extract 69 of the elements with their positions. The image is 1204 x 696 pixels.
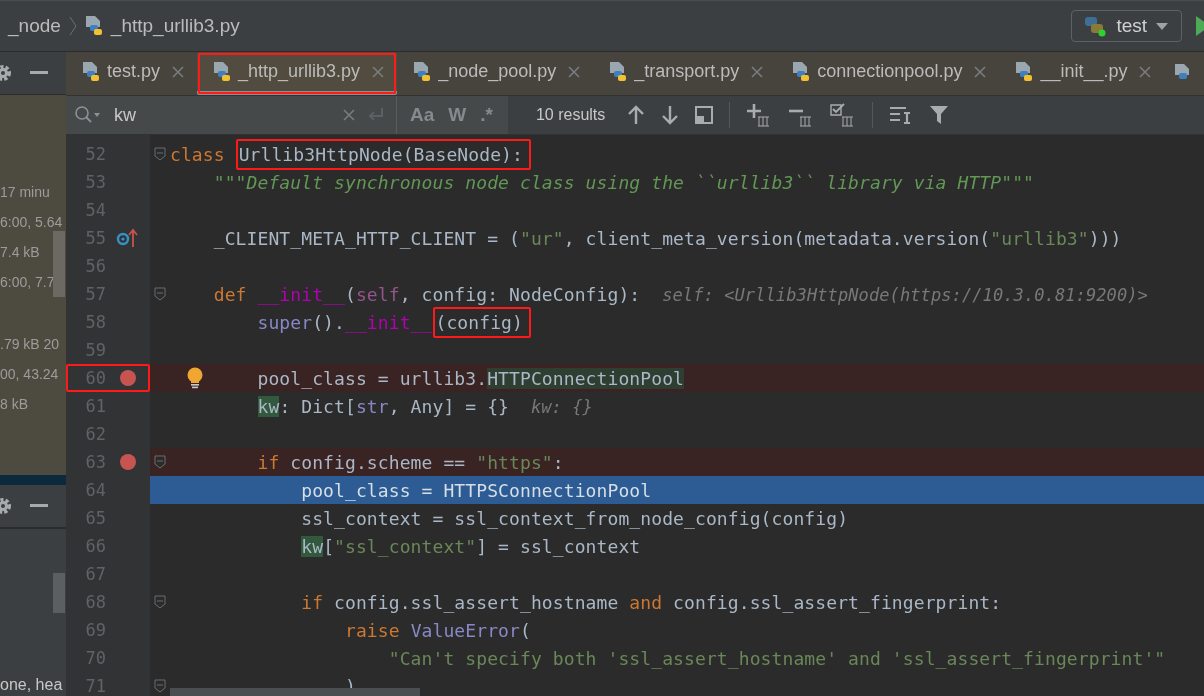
python-file-icon — [84, 15, 105, 37]
run-configuration-dropdown[interactable]: test — [1071, 10, 1182, 42]
editor-tab[interactable]: _node_pool.py — [397, 52, 594, 95]
search-input[interactable]: kw — [114, 104, 332, 126]
editor-tab[interactable]: test.py — [66, 52, 198, 95]
lightbulb-icon[interactable] — [186, 367, 204, 389]
python-file-icon — [82, 60, 102, 83]
close-icon[interactable] — [171, 64, 186, 79]
status-strip — [0, 475, 66, 485]
scrollbar-thumb[interactable] — [170, 688, 420, 696]
code-text: pool_class = urllib3.HTTPConnectionPool — [256, 367, 685, 389]
window-icon[interactable] — [695, 106, 714, 124]
code-text: "Can't specify both 'ssl_assert_hostname' and 'ssl_assert_fingerprint'" — [387, 647, 1166, 669]
code-text: if config.ssl_assert_hostname and config.ssl_assert_fingerprint: — [300, 591, 1002, 613]
file-history-text: 6:00, 5.64 — [0, 213, 64, 232]
file-history-text: 7.4 kB — [0, 243, 41, 262]
close-icon[interactable] — [1138, 64, 1153, 79]
editor-tab[interactable]: _transport.py — [593, 52, 777, 95]
fold-icon[interactable] — [154, 455, 166, 469]
editor-tab[interactable]: connectionpool.py — [776, 52, 1000, 95]
fold-icon[interactable] — [154, 679, 166, 693]
close-icon[interactable] — [750, 64, 765, 79]
search-option-toggle[interactable]: Aa — [405, 104, 440, 126]
code-text: _CLIENT_META_HTTP_CLIENT = ("ur", client_meta_version(metadata.version("urllib3"))) — [212, 227, 1122, 249]
search-field[interactable]: kw — [66, 96, 396, 134]
editor-tab[interactable]: _http_urllib3.py — [197, 52, 398, 95]
close-icon[interactable] — [567, 64, 582, 79]
chevron-icon — [68, 16, 77, 36]
scrollbar-thumb[interactable] — [53, 231, 65, 297]
status-text: one, hea — [0, 676, 64, 694]
code-text: pool_class = HTTPSConnectionPool — [300, 479, 652, 501]
code-text: ssl_context = ssl_context_from_node_config(config) — [300, 507, 849, 529]
breadcrumb-item[interactable]: _http_urllib3.py — [110, 15, 240, 37]
code-text: """Default synchronous node class using the ``urllib3`` library via HTTP""" — [212, 171, 1035, 193]
run-icon[interactable] — [1196, 15, 1204, 37]
fold-icon[interactable] — [154, 595, 166, 609]
code-text: super().__init__ — [256, 311, 433, 333]
arrow-down-icon[interactable] — [661, 105, 680, 125]
search-option-toggle[interactable]: W — [443, 104, 472, 126]
code-text: kw["ssl_context"] = ssl_context — [300, 535, 641, 557]
caret-icon — [1155, 21, 1169, 31]
file-history-text: 00, 43.24 — [0, 365, 60, 384]
breakpoint-icon[interactable] — [119, 369, 137, 387]
code-text: Urllib3HttpNode(BaseNode): — [238, 143, 523, 165]
result-count: 10 results — [535, 106, 606, 124]
code-text: (config) — [435, 311, 523, 333]
close-icon[interactable] — [973, 64, 988, 79]
file-history-text: .79 kB 20 — [0, 335, 61, 354]
file-history-text: 8 kB — [0, 395, 29, 414]
fold-icon[interactable] — [154, 287, 166, 301]
breadcrumb-item[interactable]: _node — [8, 15, 61, 37]
file-history-text: 17 minu — [0, 183, 51, 202]
code-text: class — [170, 143, 226, 165]
scrollbar-thumb[interactable] — [53, 573, 65, 613]
code-text: def __init__(self, config: NodeConfig): self: <Urllib3HttpNode(https://10.3.0.81:9200)> — [212, 283, 1148, 305]
editor-tab[interactable]: __init__.py — [999, 52, 1165, 95]
code-text: kw: Dict[str, Any] = {} kw: {} — [256, 395, 593, 417]
fold-icon[interactable] — [154, 147, 166, 161]
clear-icon[interactable] — [342, 108, 356, 122]
breakpoint-icon[interactable] — [119, 453, 137, 471]
code-text: if config.scheme == "https": — [256, 451, 564, 473]
filter-icon[interactable] — [929, 105, 950, 125]
override-icon[interactable] — [116, 228, 140, 248]
search-option-toggle[interactable]: .* — [475, 104, 498, 126]
arrow-up-icon[interactable] — [627, 105, 646, 125]
minimize-icon[interactable] — [30, 71, 48, 75]
close-icon[interactable] — [371, 64, 386, 79]
code-text: raise ValueError( — [344, 619, 531, 641]
minimize-icon[interactable] — [30, 504, 48, 508]
